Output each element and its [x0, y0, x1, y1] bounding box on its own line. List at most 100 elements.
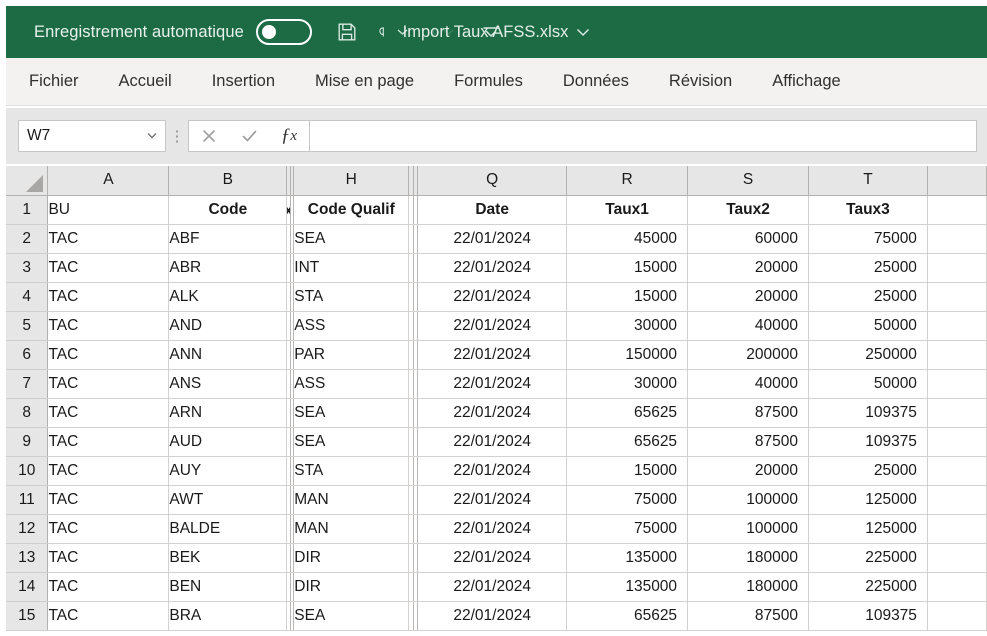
row-header-15[interactable]: 15 — [6, 601, 49, 631]
cell-u-12[interactable] — [927, 514, 987, 544]
cell-q-6[interactable]: 22/01/2024 — [417, 340, 568, 370]
spreadsheet-grid[interactable]: A B H Q R S T 1 BU Code x — [6, 166, 987, 636]
cell-h-2[interactable]: SEA — [293, 224, 410, 254]
cell-u1[interactable] — [927, 195, 987, 225]
cell-t-12[interactable]: 125000 — [808, 514, 928, 544]
cell-q-12[interactable]: 22/01/2024 — [417, 514, 568, 544]
cell-b-8[interactable]: ARN — [168, 398, 288, 428]
cell-r-7[interactable]: 30000 — [566, 369, 689, 399]
cell-r-2[interactable]: 45000 — [566, 224, 689, 254]
row-header-7[interactable]: 7 — [6, 369, 49, 399]
cell-t-5[interactable]: 50000 — [808, 311, 928, 341]
cell-s-5[interactable]: 40000 — [687, 311, 809, 341]
column-header-partial[interactable] — [927, 166, 987, 196]
cell-h-4[interactable]: STA — [293, 282, 410, 312]
cell-a-10[interactable]: TAC — [47, 456, 170, 486]
cell-t-7[interactable]: 50000 — [808, 369, 928, 399]
tab-revision[interactable]: Révision — [669, 68, 732, 95]
cell-u-15[interactable] — [927, 601, 987, 631]
cell-b-9[interactable]: AUD — [168, 427, 288, 457]
cell-q-5[interactable]: 22/01/2024 — [417, 311, 568, 341]
cell-t1[interactable]: Taux3 — [808, 195, 928, 225]
cell-u-11[interactable] — [927, 485, 987, 515]
cell-s-11[interactable]: 100000 — [687, 485, 809, 515]
cell-s-2[interactable]: 60000 — [687, 224, 809, 254]
row-header-3[interactable]: 3 — [6, 253, 49, 283]
cell-s-10[interactable]: 20000 — [687, 456, 809, 486]
cell-q-3[interactable]: 22/01/2024 — [417, 253, 568, 283]
cell-q-15[interactable]: 22/01/2024 — [417, 601, 568, 631]
cell-q-9[interactable]: 22/01/2024 — [417, 427, 568, 457]
tab-mise-en-page[interactable]: Mise en page — [315, 68, 414, 95]
cell-u-10[interactable] — [927, 456, 987, 486]
cell-b-14[interactable]: BEN — [168, 572, 288, 602]
cell-u-2[interactable] — [927, 224, 987, 254]
cell-t-15[interactable]: 109375 — [808, 601, 928, 631]
cell-r-11[interactable]: 75000 — [566, 485, 689, 515]
cell-h-8[interactable]: SEA — [293, 398, 410, 428]
cell-s-14[interactable]: 180000 — [687, 572, 809, 602]
cell-b-6[interactable]: ANN — [168, 340, 288, 370]
cell-a-5[interactable]: TAC — [47, 311, 170, 341]
cell-b-4[interactable]: ALK — [168, 282, 288, 312]
cell-r-12[interactable]: 75000 — [566, 514, 689, 544]
row-header-12[interactable]: 12 — [6, 514, 49, 544]
cell-q-2[interactable]: 22/01/2024 — [417, 224, 568, 254]
cell-r-10[interactable]: 15000 — [566, 456, 689, 486]
cell-a-11[interactable]: TAC — [47, 485, 170, 515]
column-header-b[interactable]: B — [168, 166, 288, 196]
row-header-10[interactable]: 10 — [6, 456, 49, 486]
cell-s-9[interactable]: 87500 — [687, 427, 809, 457]
cell-a-2[interactable]: TAC — [47, 224, 170, 254]
cell-r-13[interactable]: 135000 — [566, 543, 689, 573]
cell-h-7[interactable]: ASS — [293, 369, 410, 399]
tab-accueil[interactable]: Accueil — [119, 68, 172, 95]
tab-formules[interactable]: Formules — [454, 68, 523, 95]
cell-h-10[interactable]: STA — [293, 456, 410, 486]
row-header-6[interactable]: 6 — [6, 340, 49, 370]
cell-b-10[interactable]: AUY — [168, 456, 288, 486]
column-header-h[interactable]: H — [293, 166, 410, 196]
cell-h-13[interactable]: DIR — [293, 543, 410, 573]
cell-h-3[interactable]: INT — [293, 253, 410, 283]
cell-a-8[interactable]: TAC — [47, 398, 170, 428]
row-header-5[interactable]: 5 — [6, 311, 49, 341]
tab-donnees[interactable]: Données — [563, 68, 629, 95]
column-header-s[interactable]: S — [687, 166, 809, 196]
cell-t-8[interactable]: 109375 — [808, 398, 928, 428]
cell-a-12[interactable]: TAC — [47, 514, 170, 544]
cell-b-11[interactable]: AWT — [168, 485, 288, 515]
formula-input[interactable] — [309, 120, 977, 152]
tab-insertion[interactable]: Insertion — [212, 68, 275, 95]
cell-b-5[interactable]: AND — [168, 311, 288, 341]
column-header-t[interactable]: T — [808, 166, 928, 196]
cell-q-7[interactable]: 22/01/2024 — [417, 369, 568, 399]
cell-h-6[interactable]: PAR — [293, 340, 410, 370]
cell-s-3[interactable]: 20000 — [687, 253, 809, 283]
cell-s-13[interactable]: 180000 — [687, 543, 809, 573]
close-x-icon[interactable] — [189, 121, 229, 151]
cell-t-9[interactable]: 109375 — [808, 427, 928, 457]
row-header-8[interactable]: 8 — [6, 398, 49, 428]
cell-t-10[interactable]: 25000 — [808, 456, 928, 486]
cell-h-11[interactable]: MAN — [293, 485, 410, 515]
cell-t-11[interactable]: 125000 — [808, 485, 928, 515]
cell-a-3[interactable]: TAC — [47, 253, 170, 283]
column-header-a[interactable]: A — [47, 166, 170, 196]
column-header-r[interactable]: R — [566, 166, 689, 196]
cell-q-8[interactable]: 22/01/2024 — [417, 398, 568, 428]
document-title-chevron-down-icon[interactable] — [576, 27, 590, 37]
row-header-13[interactable]: 13 — [6, 543, 49, 573]
cell-q-11[interactable]: 22/01/2024 — [417, 485, 568, 515]
cell-a-7[interactable]: TAC — [47, 369, 170, 399]
cell-u-8[interactable] — [927, 398, 987, 428]
row-header-2[interactable]: 2 — [6, 224, 49, 254]
cell-t-2[interactable]: 75000 — [808, 224, 928, 254]
cell-a-15[interactable]: TAC — [47, 601, 170, 631]
column-header-q[interactable]: Q — [417, 166, 568, 196]
cell-b-13[interactable]: BEK — [168, 543, 288, 573]
name-box-chevron-down-icon[interactable] — [147, 131, 157, 142]
cell-h1[interactable]: Code Qualif — [293, 195, 410, 225]
cell-t-6[interactable]: 250000 — [808, 340, 928, 370]
undo-dropdown-caret[interactable] — [397, 28, 408, 36]
